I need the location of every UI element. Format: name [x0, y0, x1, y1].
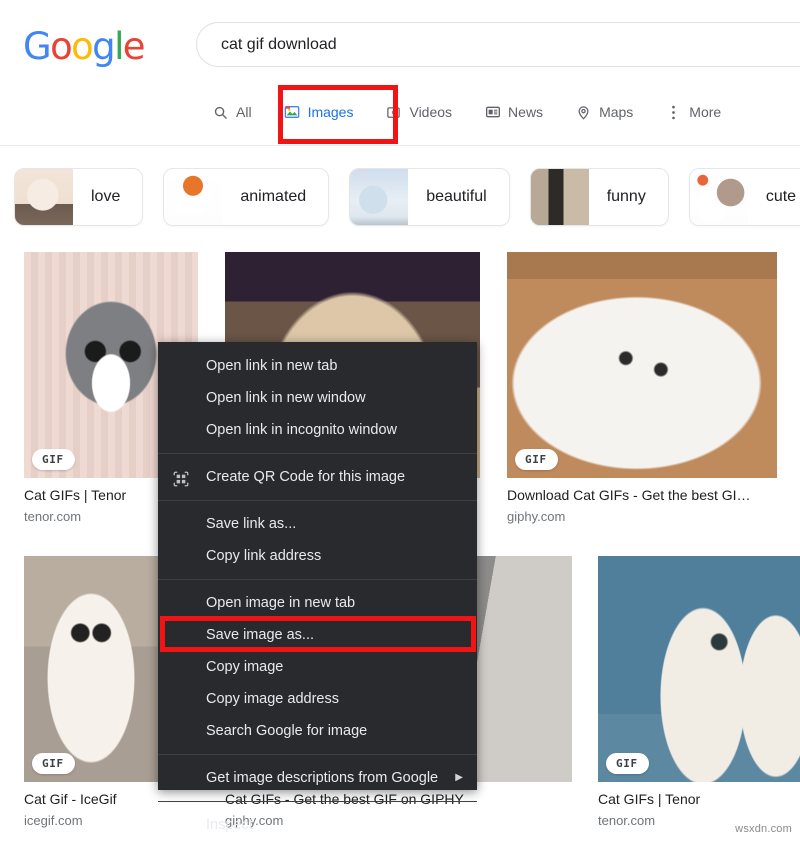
menu-item-label: Search Google for image — [206, 723, 368, 739]
menu-item-label: Save link as... — [206, 516, 297, 532]
menu-item-label: Copy image address — [206, 691, 339, 707]
chip-label: animated — [240, 188, 307, 205]
menu-item-inspect[interactable]: Inspect — [158, 809, 477, 841]
chip-funny[interactable]: funny — [529, 168, 669, 226]
menu-item-open-link-new-window[interactable]: Open link in new window — [158, 382, 477, 414]
search-icon — [212, 104, 229, 121]
menu-item-label: Save image as... — [206, 627, 314, 643]
menu-item-create-qr-code[interactable]: Create QR Code for this image — [158, 461, 477, 493]
tab-all-label: All — [236, 104, 252, 120]
result-thumbnail[interactable]: GIF — [24, 556, 158, 782]
menu-item-copy-link-address[interactable]: Copy link address — [158, 540, 477, 572]
result-image — [598, 556, 800, 782]
logo-letter-g1: G — [23, 25, 52, 68]
chip-thumbnail-icon — [15, 169, 73, 225]
menu-item-label: Open link in new window — [206, 390, 366, 406]
qr-code-icon — [172, 468, 190, 487]
gif-badge: GIF — [606, 753, 649, 774]
result-title[interactable]: Cat GIFs | Tenor — [598, 791, 800, 807]
chip-thumbnail-icon — [530, 169, 589, 225]
highlight-images-tab — [278, 85, 398, 144]
result-tile[interactable]: GIF Cat GIFs | Tenor tenor.com — [598, 556, 800, 828]
result-thumbnail[interactable]: GIF — [507, 252, 777, 478]
menu-item-label: Copy image — [206, 659, 284, 675]
menu-item-save-link-as[interactable]: Save link as... — [158, 508, 477, 540]
gif-badge: GIF — [32, 753, 75, 774]
menu-item-open-image-new-tab[interactable]: Open image in new tab — [158, 587, 477, 619]
menu-item-label: Open link in incognito window — [206, 422, 398, 438]
chip-cute[interactable]: cute — [688, 168, 800, 226]
google-images-search-page: Google cat gif download All Images Video… — [0, 0, 800, 841]
search-input[interactable]: cat gif download — [221, 33, 337, 57]
menu-separator — [158, 579, 477, 580]
google-logo[interactable]: Google — [23, 25, 146, 68]
menu-item-save-image-as[interactable]: Save image as... — [158, 616, 477, 652]
tab-more[interactable]: More — [649, 97, 737, 127]
related-search-chips: love animated beautiful funny cute — [14, 168, 800, 226]
chip-thumbnail-icon — [350, 169, 409, 225]
news-icon — [484, 104, 501, 121]
chip-beautiful[interactable]: beautiful — [349, 168, 510, 226]
menu-item-label: Create QR Code for this image — [206, 469, 406, 485]
result-thumbnail[interactable]: GIF — [598, 556, 800, 782]
tab-all[interactable]: All — [196, 97, 268, 127]
tab-more-label: More — [689, 104, 722, 120]
result-title[interactable]: Cat Gif - IceGif — [24, 791, 158, 807]
result-tile[interactable]: GIF Cat Gif - IceGif icegif.com — [24, 556, 158, 828]
chip-thumbnail-icon — [164, 169, 223, 225]
tab-maps[interactable]: Maps — [559, 97, 649, 127]
browser-context-menu: Open link in new tab Open link in new wi… — [158, 342, 477, 833]
kebab-menu-icon — [665, 104, 682, 121]
chip-thumbnail-icon — [689, 169, 748, 225]
menu-item-search-google-for-image[interactable]: Search Google for image — [158, 715, 477, 747]
chip-love[interactable]: love — [14, 168, 144, 226]
chip-label: love — [91, 188, 121, 205]
logo-letter-o2: o — [71, 25, 94, 68]
result-image — [24, 556, 158, 782]
result-title[interactable]: Download Cat GIFs - Get the best GI… — [507, 487, 777, 503]
gif-badge: GIF — [32, 449, 75, 470]
chip-label: beautiful — [426, 188, 487, 205]
menu-item-copy-image[interactable]: Copy image — [158, 651, 477, 683]
tab-news[interactable]: News — [468, 97, 559, 127]
result-source: giphy.com — [507, 509, 566, 524]
tab-videos-label: Videos — [409, 104, 453, 120]
tab-maps-label: Maps — [599, 104, 634, 120]
chip-label: funny — [606, 188, 646, 205]
result-tile[interactable]: GIF Download Cat GIFs - Get the best GI…… — [507, 252, 777, 524]
menu-separator — [158, 500, 477, 501]
watermark: wsxdn.com — [735, 823, 792, 835]
menu-item-label: Get image descriptions from Google — [206, 770, 439, 786]
header-divider — [0, 145, 800, 146]
result-source: icegif.com — [24, 813, 83, 828]
menu-item-get-image-descriptions[interactable]: Get image descriptions from Google ▶ — [158, 762, 477, 794]
menu-item-label: Open image in new tab — [206, 595, 356, 611]
menu-item-label: Inspect — [206, 817, 253, 833]
menu-separator — [158, 801, 477, 802]
logo-letter-e: e — [122, 25, 146, 68]
menu-separator — [158, 453, 477, 454]
result-image — [507, 252, 777, 478]
page-header: Google cat gif download All Images Video… — [0, 0, 800, 146]
search-box[interactable]: cat gif download — [196, 22, 800, 67]
chip-animated[interactable]: animated — [163, 168, 330, 226]
menu-item-open-link-incognito[interactable]: Open link in incognito window — [158, 414, 477, 446]
tab-news-label: News — [508, 104, 544, 120]
chevron-right-icon: ▶ — [455, 772, 463, 783]
menu-item-label: Copy link address — [206, 548, 322, 564]
map-pin-icon — [575, 104, 592, 121]
gif-badge: GIF — [515, 449, 558, 470]
menu-separator — [158, 754, 477, 755]
menu-item-open-link-new-tab[interactable]: Open link in new tab — [158, 350, 477, 382]
menu-item-label: Open link in new tab — [206, 358, 338, 374]
chip-label: cute — [765, 188, 797, 205]
logo-letter-g2: g — [92, 25, 115, 68]
menu-item-copy-image-address[interactable]: Copy image address — [158, 683, 477, 715]
logo-letter-o1: o — [50, 25, 73, 68]
logo-letter-l: l — [114, 25, 124, 68]
